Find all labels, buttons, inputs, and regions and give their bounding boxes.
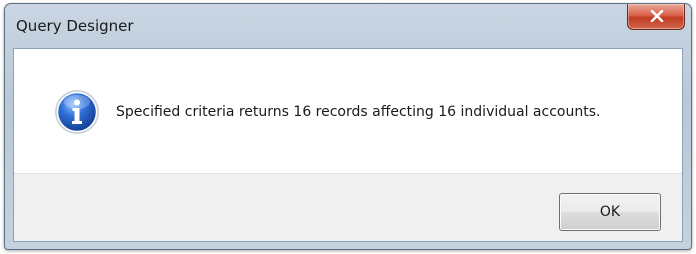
dialog-window: Query Designer Specified criteria return…: [4, 3, 692, 250]
button-bar: OK: [14, 173, 682, 241]
info-icon: [55, 90, 99, 134]
window-title: Query Designer: [16, 17, 134, 35]
message-text: Specified criteria returns 16 records af…: [116, 104, 601, 120]
close-icon: [650, 10, 664, 22]
close-button[interactable]: [627, 4, 685, 30]
dialog-content: Specified criteria returns 16 records af…: [13, 48, 683, 242]
title-bar[interactable]: Query Designer: [5, 4, 691, 48]
message-area: Specified criteria returns 16 records af…: [14, 49, 682, 173]
ok-button[interactable]: OK: [559, 193, 661, 231]
